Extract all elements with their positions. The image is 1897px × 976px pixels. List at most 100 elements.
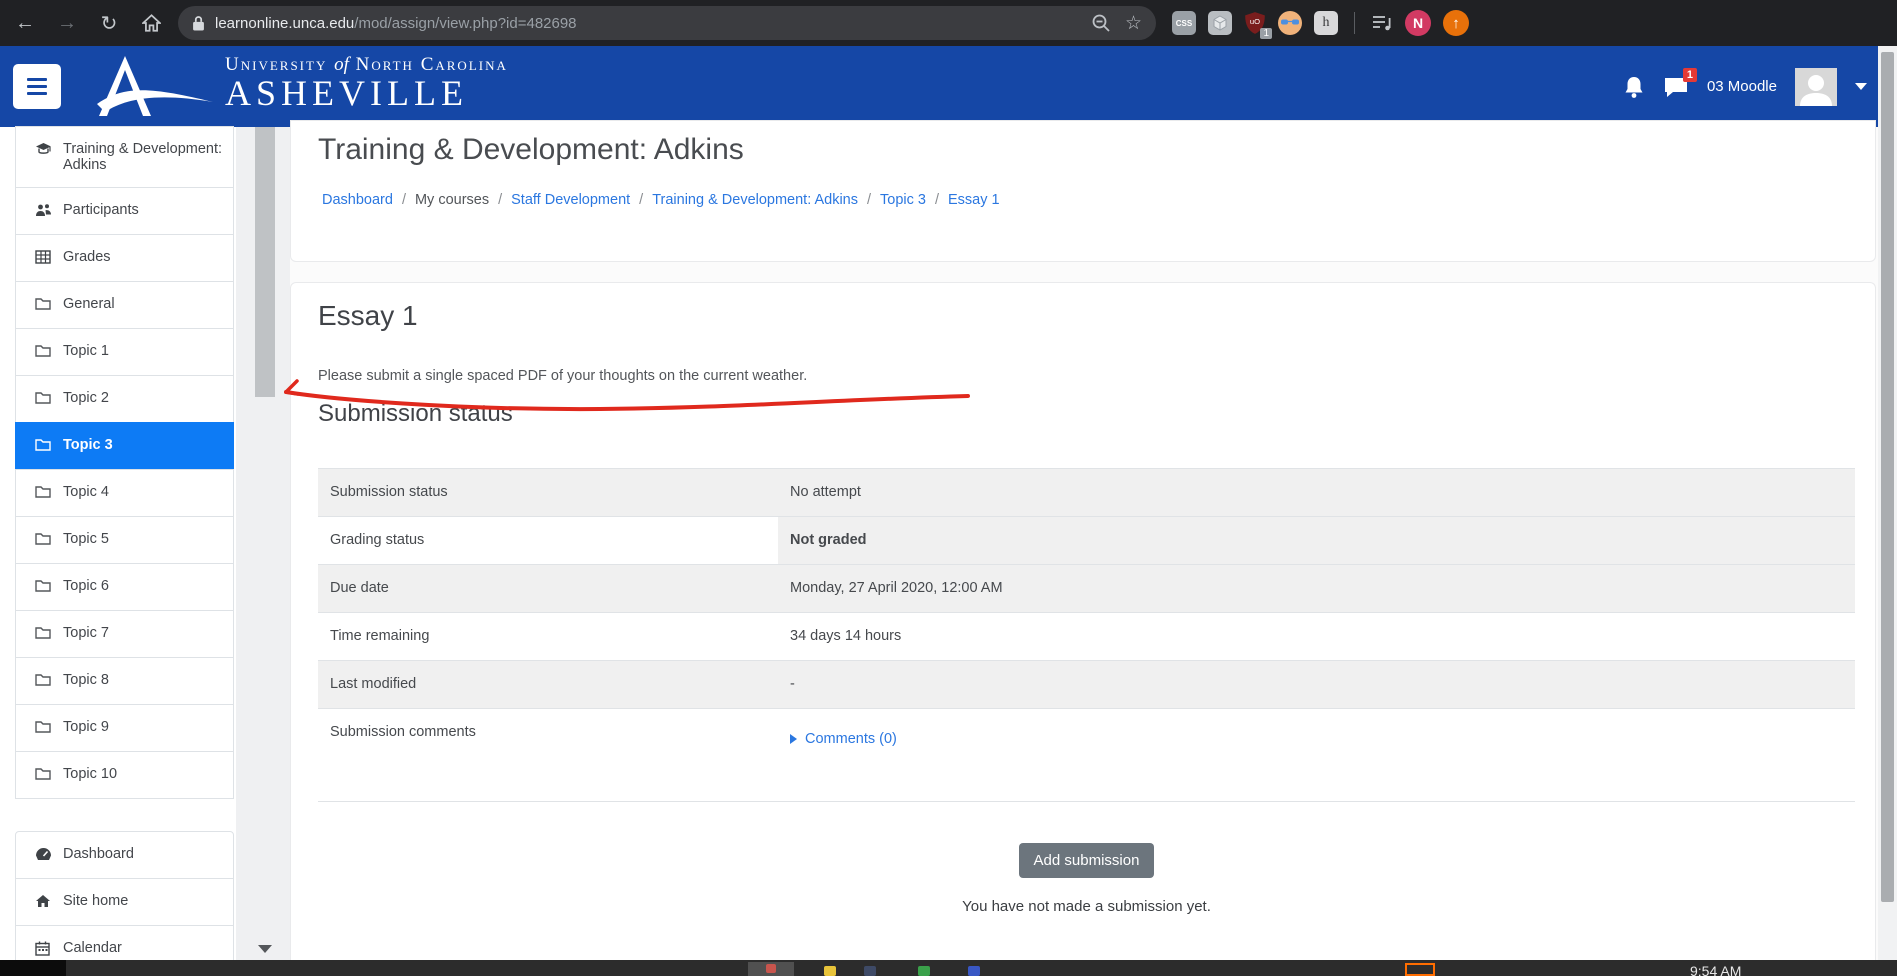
taskbar-highlighted-app[interactable] (1405, 963, 1435, 976)
sidebar-item-topic-8[interactable]: Topic 8 (15, 657, 234, 705)
bookmark-star-icon[interactable]: ☆ (1125, 12, 1142, 35)
breadcrumb-course[interactable]: Training & Development: Adkins (652, 192, 858, 208)
cube-extension-icon[interactable] (1208, 11, 1232, 35)
browser-toolbar: ← → ↻ learnonline.unca.edu/mod/assign/vi… (0, 0, 1897, 46)
sidebar-item-label: Topic 7 (63, 625, 109, 641)
honey-extension-icon[interactable]: h (1314, 11, 1338, 35)
reading-list-icon[interactable] (1371, 13, 1393, 33)
sidebar-item-label: Training & Development: Adkins (63, 141, 225, 173)
sidebar-item-participants[interactable]: Participants (15, 187, 234, 235)
folder-icon (35, 673, 52, 686)
taskbar-app-icon[interactable] (918, 966, 930, 976)
sidebar-item-topic-2[interactable]: Topic 2 (15, 375, 234, 423)
unca-logo[interactable]: University of North Carolina Asheville (95, 54, 508, 120)
row-label: Grading status (318, 517, 778, 564)
sidebar-item-topic-5[interactable]: Topic 5 (15, 516, 234, 564)
sidebar-item-label: Topic 2 (63, 390, 109, 406)
reload-icon[interactable]: ↻ (92, 6, 126, 40)
drawer-scroll-down-icon[interactable] (258, 945, 272, 953)
home-icon[interactable] (134, 6, 168, 40)
user-menu-name[interactable]: 03 Moodle (1707, 78, 1777, 95)
row-value: - (778, 661, 1855, 708)
row-label: Time remaining (318, 613, 778, 660)
assignment-title: Essay 1 (318, 300, 418, 332)
comments-collapse-triangle-icon (790, 734, 797, 744)
taskbar-clock[interactable]: 9:54 AM (1690, 963, 1741, 976)
folder-icon (35, 720, 52, 733)
page-scrollbar-thumb[interactable] (1881, 52, 1894, 902)
taskbar-app-icon[interactable] (968, 966, 980, 976)
sidebar-item-grades[interactable]: Grades (15, 234, 234, 282)
zoom-indicator-icon[interactable] (1091, 13, 1111, 33)
extensions-area: CSS uO 1 h N ↑ (1172, 10, 1479, 36)
assignment-description: Please submit a single spaced PDF of you… (318, 368, 807, 384)
page-title: Training & Development: Adkins (318, 133, 744, 167)
lock-icon[interactable] (192, 15, 205, 32)
ublock-badge: 1 (1260, 28, 1272, 39)
breadcrumb-staff-development[interactable]: Staff Development (511, 192, 630, 208)
site-header: University of North Carolina Asheville 1… (0, 46, 1897, 127)
browser-update-icon[interactable]: ↑ (1443, 10, 1469, 36)
screen: ← → ↻ learnonline.unca.edu/mod/assign/vi… (0, 0, 1897, 976)
sidebar-item-topic-3[interactable]: Topic 3 (15, 422, 234, 470)
add-submission-button[interactable]: Add submission (1019, 843, 1155, 878)
folder-icon (35, 532, 52, 545)
menu-toggle-button[interactable] (13, 64, 61, 109)
sidebar-item-label: Participants (63, 202, 139, 218)
row-label: Last modified (318, 661, 778, 708)
breadcrumb: Dashboard / My courses / Staff Developme… (322, 192, 1000, 208)
ublock-extension-icon[interactable]: uO 1 (1244, 11, 1266, 35)
breadcrumb-essay-1[interactable]: Essay 1 (948, 192, 1000, 208)
breadcrumb-my-courses: My courses (415, 192, 489, 208)
windows-taskbar: 9:54 AM (0, 960, 1897, 976)
taskbar-app-icon[interactable] (864, 966, 876, 976)
folder-icon (35, 344, 52, 357)
sidebar-item-general[interactable]: General (15, 281, 234, 329)
browser-profile-avatar[interactable]: N (1405, 10, 1431, 36)
row-label: Due date (318, 565, 778, 612)
sidebar-item-topic-4[interactable]: Topic 4 (15, 469, 234, 517)
url-text[interactable]: learnonline.unca.edu/mod/assign/view.php… (215, 15, 577, 32)
comments-toggle-link[interactable]: Comments (0) (790, 731, 1843, 747)
no-submission-note: You have not made a submission yet. (318, 898, 1855, 915)
back-icon[interactable]: ← (8, 6, 42, 40)
row-value: Monday, 27 April 2020, 12:00 AM (778, 565, 1855, 612)
css-extension-icon[interactable]: CSS (1172, 11, 1196, 35)
drawer-scrollbar[interactable] (236, 127, 290, 960)
sidebar-item-topic-7[interactable]: Topic 7 (15, 610, 234, 658)
sidebar-item-topic-9[interactable]: Topic 9 (15, 704, 234, 752)
folder-icon (35, 626, 52, 639)
brand-line2: Asheville (225, 72, 508, 114)
sidebar-item-label: Topic 5 (63, 531, 109, 547)
user-menu-caret-icon[interactable] (1855, 83, 1867, 90)
sidebar-item-course[interactable]: Training & Development: Adkins (15, 126, 234, 188)
home-icon (35, 894, 52, 908)
row-label: Submission status (318, 469, 778, 516)
row-value: 34 days 14 hours (778, 613, 1855, 660)
toolbar-separator (1354, 12, 1355, 34)
sidebar-item-topic-6[interactable]: Topic 6 (15, 563, 234, 611)
drawer-scrollbar-thumb[interactable] (255, 127, 275, 397)
taskbar-start-area[interactable] (0, 960, 66, 976)
folder-icon (35, 579, 52, 592)
table-row: Grading status Not graded (318, 516, 1855, 564)
graduation-cap-icon (35, 142, 52, 157)
svg-text:uO: uO (1250, 17, 1260, 26)
breadcrumb-topic-3[interactable]: Topic 3 (880, 192, 926, 208)
sidebar-item-topic-1[interactable]: Topic 1 (15, 328, 234, 376)
sidebar-item-label: General (63, 296, 115, 312)
user-avatar[interactable] (1795, 68, 1837, 106)
breadcrumb-dashboard[interactable]: Dashboard (322, 192, 393, 208)
sidebar-item-dashboard[interactable]: Dashboard (15, 831, 234, 879)
address-bar[interactable]: learnonline.unca.edu/mod/assign/view.php… (178, 6, 1156, 40)
page-scrollbar[interactable] (1878, 46, 1897, 960)
table-row: Last modified - (318, 660, 1855, 708)
notifications-bell-icon[interactable] (1623, 75, 1645, 99)
face-glasses-extension-icon[interactable] (1278, 11, 1302, 35)
sidebar-item-topic-10[interactable]: Topic 10 (15, 751, 234, 799)
sidebar-item-label: Site home (63, 893, 128, 909)
sidebar-item-site-home[interactable]: Site home (15, 878, 234, 926)
taskbar-active-app[interactable] (748, 962, 794, 976)
taskbar-app-icon[interactable] (824, 966, 836, 976)
messages-icon[interactable]: 1 (1663, 75, 1689, 99)
